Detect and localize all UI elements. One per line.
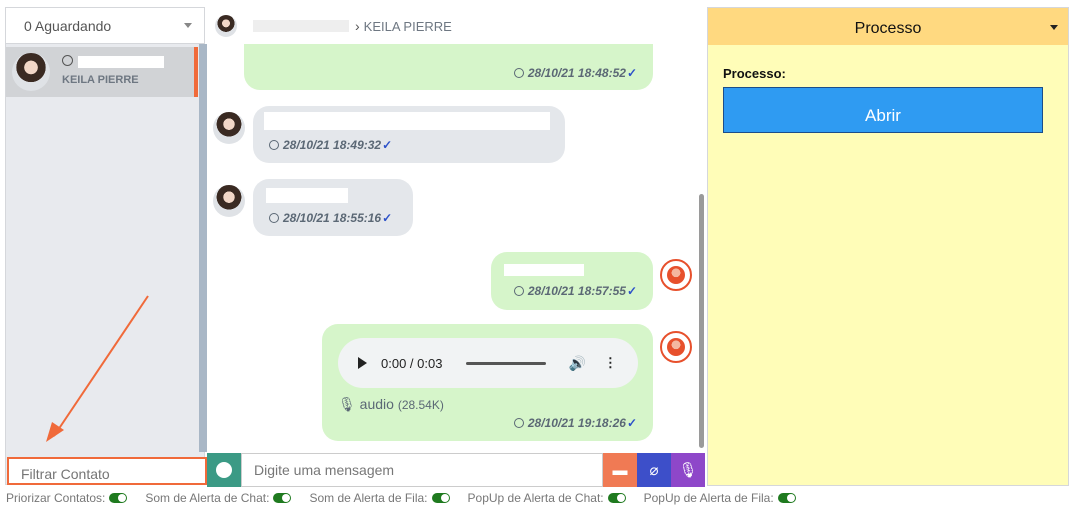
chat-messages[interactable]: 28/10/21 18:48:52✓ 28/10/21 18:49:32✓ 28… [199, 44, 705, 452]
agent-avatar-icon [660, 331, 692, 363]
check-icon: ✓ [626, 284, 637, 298]
whatsapp-icon [62, 55, 73, 66]
toggle-queue-sound[interactable]: Som de Alerta de Fila: [309, 491, 450, 505]
audio-file-info: 🎙 audio (28.54K) [338, 396, 444, 413]
audio-label: audio [359, 396, 394, 412]
process-label: Processo: [723, 66, 786, 81]
audio-player[interactable]: 0:00 / 0:03 🔊 ⋮ [338, 338, 638, 388]
message-bubble-out: 28/10/21 18:48:52✓ [244, 44, 653, 90]
message-bubble-in: 28/10/21 18:55:16✓ [253, 179, 413, 236]
message-composer: Digite uma mensagem ▬ ⌀ 🎙 [207, 453, 705, 487]
clock-icon [513, 68, 524, 78]
process-title: Processo [854, 20, 922, 37]
redacted-text [264, 112, 550, 130]
redacted-phone [253, 20, 349, 32]
open-button[interactable]: Abrir [723, 87, 1043, 133]
emoji-icon [216, 462, 232, 478]
chat-header: › KEILA PIERRE [207, 8, 705, 44]
toggle-switch[interactable] [273, 493, 292, 503]
chat-contact-name: KEILA PIERRE [363, 18, 452, 34]
avatar [12, 53, 50, 91]
attach-button[interactable]: ⌀ [637, 453, 671, 487]
avatar [213, 185, 245, 217]
record-audio-button[interactable]: 🎙 [671, 453, 705, 487]
emoji-button[interactable] [207, 453, 241, 487]
agent-avatar-icon [660, 259, 692, 291]
message-bubble-out: 28/10/21 18:57:55✓ [491, 252, 653, 310]
waiting-label: 0 Aguardando [24, 17, 112, 34]
quick-reply-button[interactable]: ▬ [603, 453, 637, 487]
toggle-switch[interactable] [431, 493, 450, 503]
check-icon: ✓ [626, 416, 637, 430]
message-timestamp: 28/10/21 18:48:52✓ [513, 66, 637, 80]
check-icon: ✓ [382, 211, 393, 225]
clock-icon [513, 418, 524, 428]
process-panel: Processo Processo: Abrir [707, 7, 1069, 486]
message-timestamp: 28/10/21 19:18:26✓ [513, 416, 637, 430]
contacts-panel: 0 Aguardando KEILA PIERRE [5, 7, 207, 485]
clock-icon [269, 213, 279, 223]
toggle-switch[interactable] [607, 493, 626, 503]
chevron-right-icon: › [355, 18, 360, 34]
message-bubble-in: 28/10/21 18:49:32✓ [253, 106, 565, 163]
paperclip-icon: ⌀ [649, 462, 659, 479]
scrollbar[interactable] [699, 194, 704, 448]
avatar [215, 15, 237, 37]
chevron-down-icon [184, 23, 192, 28]
chevron-down-icon [1050, 25, 1058, 30]
volume-icon[interactable]: 🔊 [568, 355, 585, 372]
contact-name: KEILA PIERRE [62, 74, 139, 86]
audio-time: 0:00 / 0:03 [381, 355, 443, 371]
more-options-icon[interactable]: ⋮ [604, 355, 617, 371]
process-dropdown[interactable]: Processo [708, 8, 1068, 45]
waiting-dropdown[interactable]: 0 Aguardando [6, 8, 204, 44]
toggle-chat-sound[interactable]: Som de Alerta de Chat: [145, 491, 292, 505]
message-timestamp: 28/10/21 18:49:32✓ [269, 138, 392, 152]
redacted-phone [78, 56, 164, 68]
redacted-text [266, 188, 348, 203]
message-timestamp: 28/10/21 18:55:16✓ [269, 211, 392, 225]
toggle-switch[interactable] [777, 493, 796, 503]
app: 0 Aguardando KEILA PIERRE › KEILA PIERRE… [0, 0, 1080, 510]
redacted-text [504, 264, 584, 276]
microphone-icon: 🎙 [678, 462, 698, 479]
message-timestamp: 28/10/21 18:57:55✓ [513, 284, 637, 298]
play-icon[interactable] [358, 357, 367, 369]
toggle-queue-popup[interactable]: PopUp de Alerta de Fila: [644, 491, 796, 505]
chat-bubble-icon: ▬ [612, 461, 628, 479]
avatar [213, 112, 245, 144]
contact-item[interactable]: KEILA PIERRE [6, 47, 198, 97]
check-icon: ✓ [626, 66, 637, 80]
clock-icon [513, 286, 524, 296]
message-input[interactable]: Digite uma mensagem [241, 453, 603, 487]
settings-bar: Priorizar Contatos: Som de Alerta de Cha… [6, 491, 796, 505]
filter-contact-input[interactable] [7, 457, 207, 485]
message-bubble-audio: 0:00 / 0:03 🔊 ⋮ 🎙 audio (28.54K) 28/10/2… [322, 324, 653, 441]
toggle-switch[interactable] [109, 493, 128, 503]
clock-icon [269, 140, 279, 150]
toggle-chat-popup[interactable]: PopUp de Alerta de Chat: [468, 491, 626, 505]
audio-size: (28.54K) [397, 398, 444, 412]
toggle-prioritize-contacts[interactable]: Priorizar Contatos: [6, 491, 128, 505]
check-icon: ✓ [382, 138, 393, 152]
audio-progress-bar[interactable] [466, 361, 547, 365]
microphone-icon: 🎙 [338, 396, 356, 412]
